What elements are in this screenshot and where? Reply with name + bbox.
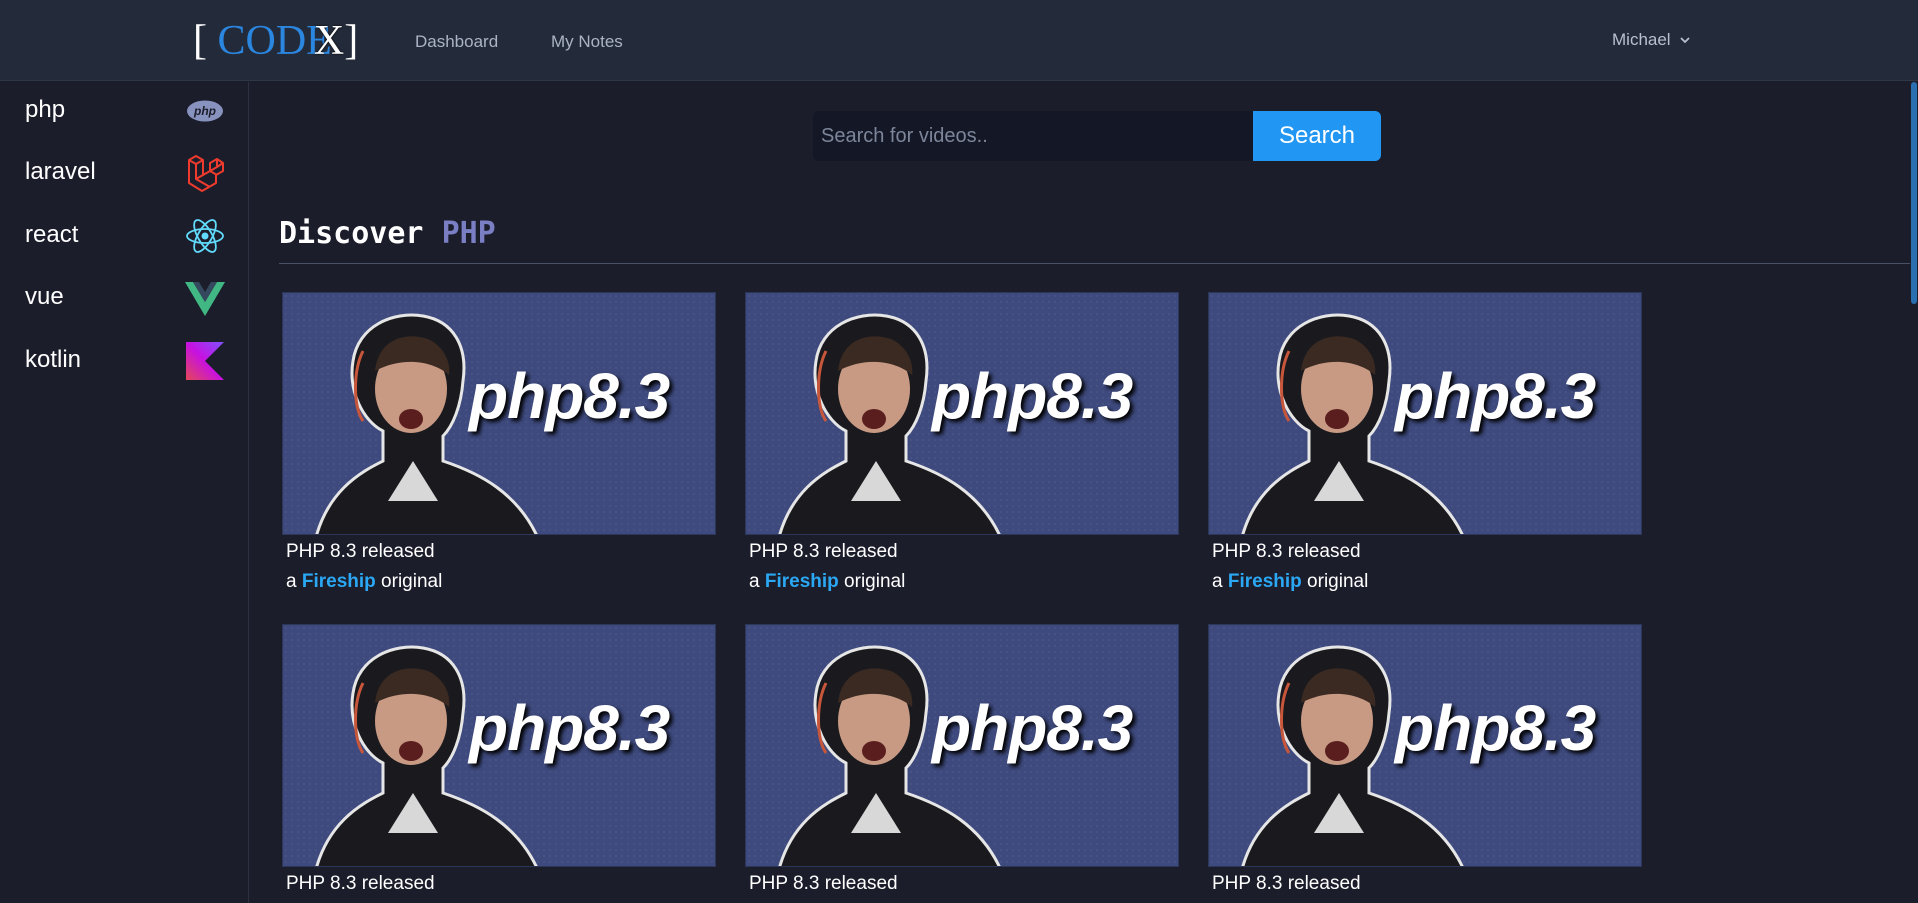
logo-bracket-close: ]	[344, 18, 359, 64]
video-card[interactable]: php8.3 PHP 8.3 released a Fireship origi…	[282, 292, 718, 593]
video-card[interactable]: php8.3 PHP 8.3 released	[1208, 624, 1644, 895]
thumbnail-text: php8.3	[1395, 360, 1596, 432]
sidebar: php php laravel react vue kotlin	[0, 82, 249, 903]
search-input[interactable]	[813, 111, 1253, 161]
sidebar-item-php[interactable]: php php	[0, 82, 249, 138]
video-card[interactable]: php8.3 PHP 8.3 released	[745, 624, 1181, 895]
sidebar-item-label: vue	[25, 283, 64, 310]
svg-text:php: php	[193, 104, 216, 118]
react-icon	[184, 215, 226, 257]
author-link[interactable]: Fireship	[1228, 571, 1302, 592]
nav-my-notes-link[interactable]: My Notes	[551, 32, 623, 52]
video-subtitle: a Fireship original	[1212, 571, 1369, 592]
video-title[interactable]: PHP 8.3 released	[749, 873, 1181, 895]
author-link[interactable]: Fireship	[765, 571, 839, 592]
chevron-down-icon	[1679, 37, 1690, 44]
video-thumbnail[interactable]: php8.3	[1208, 624, 1642, 867]
sidebar-item-label: kotlin	[25, 346, 82, 373]
thumbnail-text: php8.3	[469, 692, 670, 764]
video-card[interactable]: php8.3 PHP 8.3 released a Fireship origi…	[1208, 292, 1644, 593]
video-title[interactable]: PHP 8.3 released	[1212, 873, 1644, 895]
user-name: Michael	[1612, 30, 1671, 49]
sidebar-item-label: react	[25, 221, 79, 248]
video-title[interactable]: PHP 8.3 released	[286, 541, 718, 563]
divider	[279, 263, 1910, 264]
video-thumbnail[interactable]: php8.3	[745, 624, 1179, 867]
main-content: Search Discover PHP php8.3 PHP 8.3 relea…	[250, 82, 1910, 903]
logo-bracket-open: [	[193, 18, 207, 64]
thumbnail-text: php8.3	[932, 692, 1133, 764]
video-subtitle: a Fireship original	[286, 571, 443, 592]
thumbnail-text: php8.3	[469, 360, 670, 432]
sidebar-item-react[interactable]: react	[0, 207, 249, 263]
video-title[interactable]: PHP 8.3 released	[749, 541, 1181, 563]
video-card[interactable]: php8.3 PHP 8.3 released	[282, 624, 718, 895]
video-title[interactable]: PHP 8.3 released	[286, 873, 718, 895]
logo[interactable]: [ CODEX]	[193, 16, 358, 66]
video-thumbnail[interactable]: php8.3	[745, 292, 1179, 535]
discover-language: PHP	[441, 216, 496, 251]
laravel-icon	[184, 152, 226, 194]
author-link[interactable]: Fireship	[302, 571, 376, 592]
kotlin-icon	[184, 340, 226, 382]
vue-icon	[184, 277, 226, 319]
video-thumbnail[interactable]: php8.3	[282, 292, 716, 535]
search-bar: Search	[813, 111, 1381, 161]
sidebar-item-label: laravel	[25, 158, 96, 185]
logo-x: X	[313, 18, 345, 64]
sidebar-item-kotlin[interactable]: kotlin	[0, 332, 249, 388]
top-navbar: [ CODEX] Dashboard My Notes Michael	[0, 0, 1918, 81]
page-title: Discover PHP	[279, 216, 496, 251]
video-subtitle: a Fireship original	[749, 571, 906, 592]
nav-dashboard-link[interactable]: Dashboard	[415, 32, 498, 52]
sidebar-item-vue[interactable]: vue	[0, 269, 249, 325]
video-thumbnail[interactable]: php8.3	[282, 624, 716, 867]
thumbnail-text: php8.3	[932, 360, 1133, 432]
sidebar-item-laravel[interactable]: laravel	[0, 144, 249, 200]
video-title[interactable]: PHP 8.3 released	[1212, 541, 1644, 563]
discover-prefix: Discover	[279, 216, 424, 251]
video-thumbnail[interactable]: php8.3	[1208, 292, 1642, 535]
sidebar-item-label: php	[25, 96, 66, 123]
video-card[interactable]: php8.3 PHP 8.3 released a Fireship origi…	[745, 292, 1181, 593]
thumbnail-text: php8.3	[1395, 692, 1596, 764]
user-menu[interactable]: Michael	[1612, 30, 1691, 50]
php-icon: php	[184, 90, 226, 132]
search-button[interactable]: Search	[1253, 111, 1381, 161]
scrollbar-thumb[interactable]	[1911, 82, 1917, 304]
